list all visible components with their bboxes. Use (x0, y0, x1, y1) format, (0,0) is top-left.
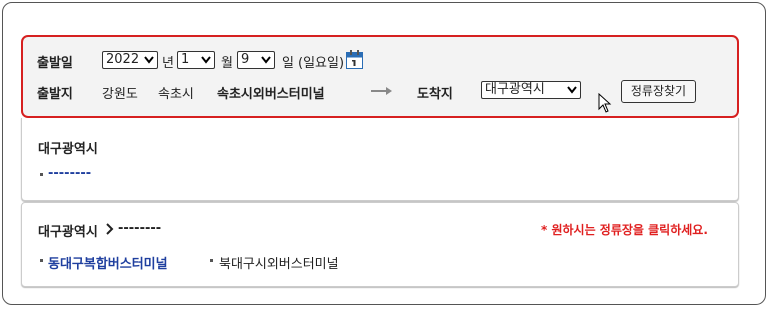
section2-title: 대구광역시 (38, 225, 98, 240)
region-section (21, 118, 739, 201)
bullet (210, 259, 213, 262)
chevron-down-icon (567, 86, 577, 94)
chevron-down-icon (201, 56, 211, 64)
departure-city: 속초시 (158, 87, 194, 102)
year-value: 2022 (106, 52, 140, 67)
stop-link[interactable]: 북대구시외버스터미널 (219, 253, 339, 272)
section1-title: 대구광역시 (38, 142, 98, 157)
day-value: 9 (241, 52, 250, 67)
section1-link[interactable]: -------- (48, 166, 91, 181)
find-stop-button[interactable]: 정류장찾기 (621, 80, 696, 103)
day-unit: 일 (282, 56, 294, 71)
departure-date-label: 출발일 (37, 56, 73, 71)
stops-section (21, 202, 739, 287)
month-value: 1 (181, 52, 190, 67)
year-unit: 년 (162, 56, 174, 71)
month-select[interactable]: 1 (177, 51, 215, 69)
arrival-select[interactable]: 대구광역시 (481, 81, 581, 99)
search-panel (21, 35, 739, 118)
chevron-right-icon (106, 223, 114, 235)
chevron-down-icon (144, 56, 154, 64)
bullet (40, 259, 43, 262)
day-select[interactable]: 9 (237, 51, 275, 69)
departure-terminal: 속초시외버스터미널 (217, 87, 325, 102)
weekday-text: (일요일) (298, 56, 345, 71)
bullet (40, 173, 43, 176)
stop-link[interactable]: 동대구복합버스터미널 (48, 253, 168, 272)
mouse-cursor-icon (598, 93, 612, 113)
right-arrow-icon (371, 87, 392, 95)
departure-province: 강원도 (102, 87, 138, 102)
departure-place-label: 출발지 (37, 87, 73, 102)
month-unit: 월 (221, 56, 233, 71)
chevron-down-icon (261, 56, 271, 64)
notice-text: * 원하시는 정류장을 클릭하세요. (541, 223, 708, 237)
year-select[interactable]: 2022 (102, 51, 158, 69)
calendar-icon[interactable] (346, 50, 363, 69)
arrival-value: 대구광역시 (485, 82, 545, 97)
arrival-label: 도착지 (417, 87, 453, 102)
section2-subtitle: -------- (118, 221, 162, 236)
